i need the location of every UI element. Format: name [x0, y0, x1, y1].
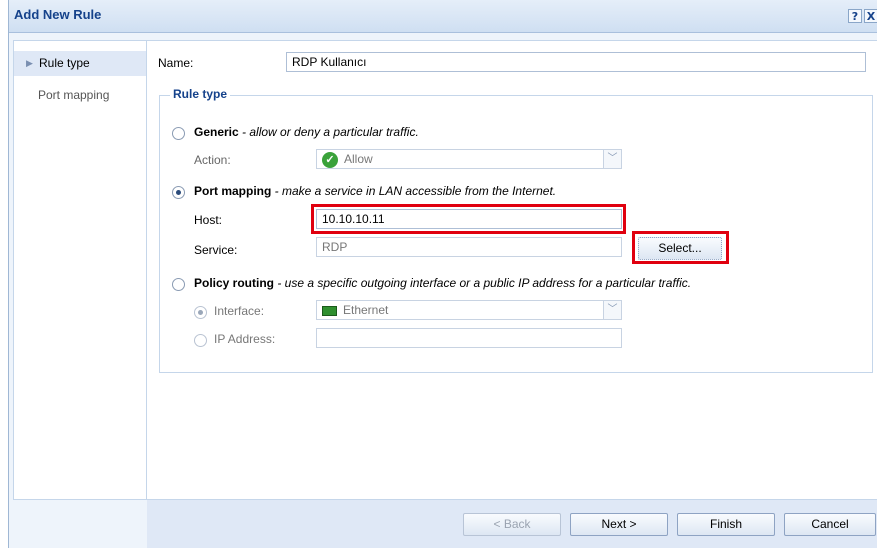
- interface-select[interactable]: Ethernet ﹀: [316, 300, 622, 320]
- wizard-content: Name: RDP Kullanıcı Rule type Generic - …: [147, 40, 877, 500]
- sidebar-item-label: Rule type: [39, 56, 90, 70]
- network-adapter-icon: [322, 305, 337, 316]
- interface-radio[interactable]: [194, 306, 207, 319]
- chevron-right-icon: ▶: [26, 58, 33, 68]
- generic-option-label: Generic - allow or deny a particular tra…: [194, 125, 419, 139]
- ip-address-input[interactable]: [316, 328, 622, 348]
- dialog-title: Add New Rule: [14, 7, 102, 22]
- finish-button[interactable]: Finish: [677, 513, 775, 536]
- close-icon[interactable]: X: [864, 9, 877, 23]
- interface-value: Ethernet: [343, 303, 389, 317]
- check-icon: ✓: [322, 151, 338, 168]
- title-bar: Add New Rule ? X: [9, 0, 877, 33]
- policy-routing-description: - use a specific outgoing interface or a…: [274, 276, 692, 290]
- port-mapping-option-label: Port mapping - make a service in LAN acc…: [194, 184, 556, 198]
- policy-routing-title: Policy routing: [194, 276, 275, 290]
- chevron-down-icon[interactable]: ﹀: [603, 301, 621, 319]
- sidebar-item-label: Port mapping: [38, 88, 110, 102]
- select-highlight-box: [632, 231, 729, 264]
- button-bar: < Back Next > Finish Cancel: [147, 500, 877, 548]
- name-label: Name:: [158, 56, 194, 70]
- policy-routing-option-label: Policy routing - use a specific outgoing…: [194, 276, 691, 290]
- help-icon[interactable]: ?: [848, 9, 862, 23]
- ip-address-radio[interactable]: [194, 334, 207, 347]
- rule-type-legend: Rule type: [170, 87, 231, 101]
- action-label: Action:: [194, 153, 231, 167]
- cancel-button[interactable]: Cancel: [784, 513, 876, 536]
- next-button[interactable]: Next >: [570, 513, 668, 536]
- add-new-rule-dialog: Add New Rule ? X ▶ Rule type Port mappin…: [8, 0, 877, 548]
- port-mapping-radio[interactable]: [172, 186, 185, 199]
- generic-radio[interactable]: [172, 127, 185, 140]
- back-button[interactable]: < Back: [463, 513, 561, 536]
- action-value: Allow: [344, 152, 373, 166]
- name-input[interactable]: RDP Kullanıcı: [286, 52, 866, 72]
- policy-routing-radio[interactable]: [172, 278, 185, 291]
- ip-address-label: IP Address:: [214, 332, 276, 346]
- sidebar-item-rule-type[interactable]: ▶ Rule type: [14, 51, 146, 76]
- sidebar-item-port-mapping[interactable]: Port mapping: [14, 83, 146, 108]
- service-label: Service:: [194, 243, 238, 257]
- generic-description: - allow or deny a particular traffic.: [238, 125, 419, 139]
- generic-title: Generic: [194, 125, 239, 139]
- service-input[interactable]: RDP: [316, 237, 622, 257]
- host-label: Host:: [194, 213, 223, 227]
- action-select[interactable]: ✓ Allow ﹀: [316, 149, 622, 169]
- interface-label: Interface:: [214, 304, 265, 318]
- host-highlight-box: [311, 204, 626, 234]
- port-mapping-description: - make a service in LAN accessible from …: [271, 184, 557, 198]
- port-mapping-title: Port mapping: [194, 184, 272, 198]
- wizard-sidebar: ▶ Rule type Port mapping: [13, 40, 147, 500]
- rule-type-fieldset: Rule type Generic - allow or deny a part…: [159, 87, 873, 373]
- chevron-down-icon[interactable]: ﹀: [603, 150, 621, 168]
